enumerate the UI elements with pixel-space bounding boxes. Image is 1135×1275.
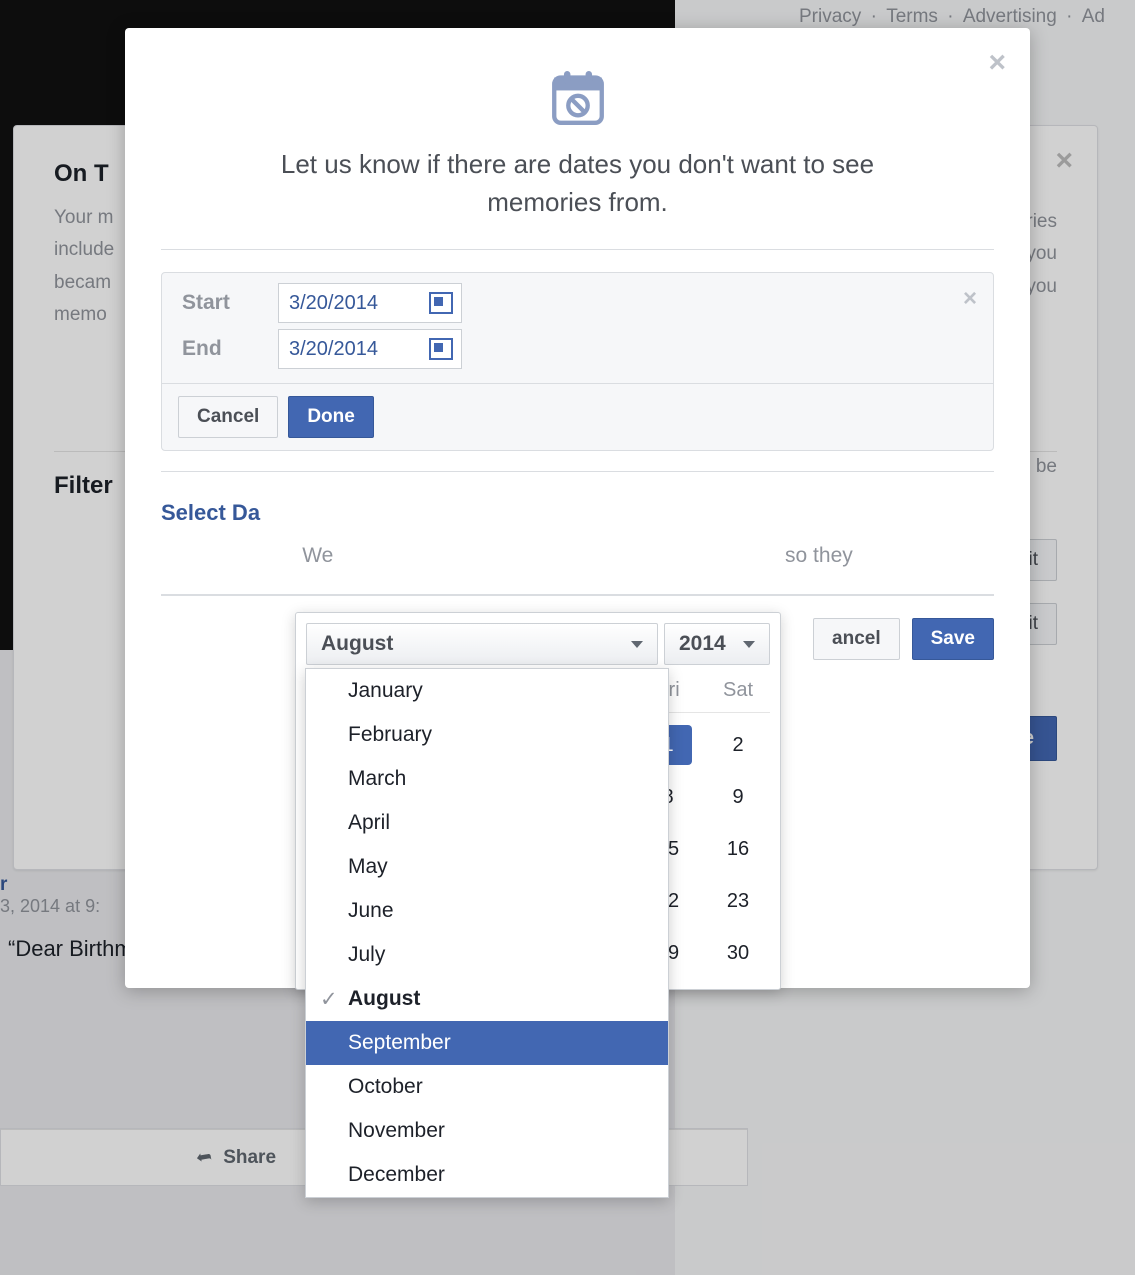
year-select-value: 2014: [679, 632, 726, 656]
month-dropdown[interactable]: JanuaryFebruaryMarchAprilMayJuneJulyAugu…: [305, 668, 669, 1198]
calendar-icon: [429, 292, 453, 314]
month-option[interactable]: October: [306, 1065, 668, 1109]
cancel-button[interactable]: Cancel: [178, 396, 278, 438]
month-option[interactable]: September: [306, 1021, 668, 1065]
calendar-day[interactable]: 23: [714, 881, 762, 921]
month-select-value: August: [321, 632, 393, 656]
save-button[interactable]: Save: [912, 618, 994, 660]
hint-suffix: so they: [785, 544, 853, 567]
modal-heading: Let us know if there are dates you don't…: [161, 146, 994, 249]
month-option[interactable]: January: [306, 669, 668, 713]
month-option[interactable]: June: [306, 889, 668, 933]
month-option[interactable]: February: [306, 713, 668, 757]
calendar-icon: [429, 338, 453, 360]
month-option[interactable]: July: [306, 933, 668, 977]
month-option[interactable]: May: [306, 845, 668, 889]
month-option[interactable]: April: [306, 801, 668, 845]
month-option[interactable]: November: [306, 1109, 668, 1153]
start-date-value: 3/20/2014: [289, 292, 378, 315]
month-option[interactable]: March: [306, 757, 668, 801]
start-date-input[interactable]: 3/20/2014: [278, 283, 462, 323]
year-select[interactable]: 2014: [664, 623, 770, 665]
close-icon[interactable]: ×: [963, 285, 977, 313]
divider: [161, 249, 994, 250]
end-date-value: 3/20/2014: [289, 338, 378, 361]
chevron-down-icon: [743, 641, 755, 648]
date-filter-card: × Start 3/20/2014 End 3/20/2014 Cancel D…: [161, 272, 994, 451]
calendar-day[interactable]: 9: [714, 777, 762, 817]
cancel-button[interactable]: ancel: [813, 618, 900, 660]
add-dates-hint: We so they: [161, 532, 994, 594]
done-button[interactable]: Done: [288, 396, 374, 438]
month-select[interactable]: August: [306, 623, 658, 665]
calendar-day[interactable]: 16: [714, 829, 762, 869]
weekday-label: Sat: [714, 679, 762, 702]
calendar-day[interactable]: 2: [714, 725, 762, 765]
end-label: End: [182, 337, 278, 361]
hint-prefix: We: [302, 544, 333, 567]
calendar-block-icon: [551, 68, 605, 128]
date-filter-footer: Cancel Done: [162, 383, 993, 450]
start-label: Start: [182, 291, 278, 315]
month-option[interactable]: December: [306, 1153, 668, 1197]
calendar-day[interactable]: 30: [714, 933, 762, 973]
chevron-down-icon: [631, 641, 643, 648]
month-option[interactable]: August: [306, 977, 668, 1021]
close-icon[interactable]: ×: [988, 46, 1006, 80]
end-date-input[interactable]: 3/20/2014: [278, 329, 462, 369]
select-dates-link[interactable]: Select Da: [161, 471, 994, 532]
